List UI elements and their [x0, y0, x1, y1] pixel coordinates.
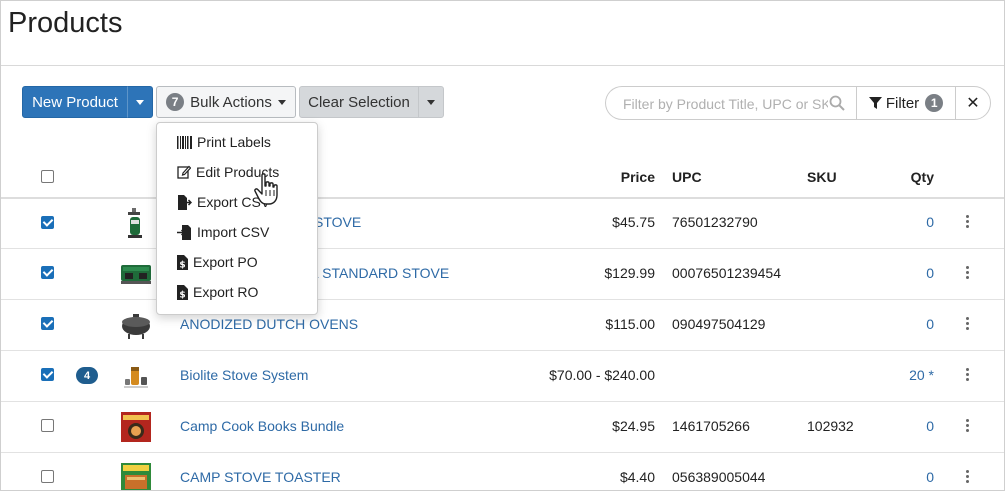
select-all-checkbox[interactable]: [41, 170, 54, 183]
new-product-button[interactable]: New Product: [22, 86, 128, 118]
filter-button[interactable]: Filter 1: [856, 86, 956, 120]
search-box: [605, 86, 857, 120]
sku-column-header[interactable]: SKU: [807, 169, 837, 185]
price-column-header[interactable]: Price: [621, 169, 655, 185]
page-title: Products: [8, 7, 123, 39]
bulk-actions-button[interactable]: 7 Bulk Actions: [156, 86, 296, 118]
file-import-icon: [177, 224, 191, 240]
clear-selection-dropdown-toggle[interactable]: [418, 86, 444, 118]
chevron-down-icon: [427, 99, 435, 105]
row-checkbox[interactable]: [41, 419, 54, 432]
product-qty[interactable]: 0: [926, 265, 934, 281]
product-upc: 00076501239454: [672, 265, 782, 281]
selected-count-badge: 7: [166, 93, 185, 111]
filter-count-badge: 1: [925, 94, 944, 112]
product-qty[interactable]: 0: [926, 469, 934, 485]
product-thumbnail[interactable]: [119, 410, 153, 444]
product-upc: 090497504129: [672, 316, 766, 332]
file-dollar-icon: $: [177, 254, 188, 270]
product-thumbnail[interactable]: [119, 206, 153, 240]
menu-item-export-po[interactable]: $ Export PO: [177, 251, 258, 273]
svg-text:$: $: [179, 260, 185, 270]
product-upc: 76501232790: [672, 214, 758, 230]
product-title-link[interactable]: CAMP STOVE TOASTER: [180, 469, 341, 485]
clear-filter-button[interactable]: ✕: [955, 86, 991, 120]
product-qty[interactable]: 0: [926, 214, 934, 230]
table-row: STOVE $45.75 76501232790 0: [1, 198, 1004, 249]
product-title-link[interactable]: ANODIZED DUTCH OVENS: [180, 316, 358, 332]
new-product-dropdown-toggle[interactable]: [127, 86, 153, 118]
product-title-link[interactable]: STOVE: [314, 214, 361, 230]
row-menu-icon[interactable]: [966, 470, 970, 483]
table-row: ANODIZED DUTCH OVENS $115.00 09049750412…: [1, 300, 1004, 351]
filter-icon: [868, 96, 882, 109]
table-row: CAMP STOVE TOASTER $4.40 056389005044 0: [1, 453, 1004, 491]
close-icon: ✕: [966, 95, 980, 112]
table-header: Price UPC SKU Qty: [1, 161, 1004, 199]
product-thumbnail[interactable]: [119, 308, 153, 342]
product-qty[interactable]: 0: [926, 316, 934, 332]
barcode-icon: [177, 135, 192, 149]
product-price: $24.95: [612, 418, 655, 434]
products-page: Products New Product 7 Bulk Actions Clea…: [0, 0, 1005, 491]
product-price: $70.00 - $240.00: [549, 367, 655, 383]
chevron-down-icon: [277, 99, 286, 105]
file-dollar-icon: $: [177, 284, 188, 300]
row-menu-icon[interactable]: [966, 266, 970, 279]
menu-item-label: Export RO: [193, 284, 259, 300]
product-upc: 1461705266: [672, 418, 750, 434]
row-menu-icon[interactable]: [966, 215, 970, 228]
product-title-link[interactable]: Biolite Stove System: [180, 367, 308, 383]
menu-item-label: Print Labels: [197, 134, 271, 150]
hand-cursor-icon: [254, 173, 278, 205]
product-price: $45.75: [612, 214, 655, 230]
product-qty[interactable]: 20 *: [909, 367, 934, 383]
row-menu-icon[interactable]: [966, 368, 970, 381]
row-checkbox[interactable]: [41, 216, 54, 229]
file-export-icon: [178, 194, 192, 210]
row-checkbox[interactable]: [41, 368, 54, 381]
search-icon[interactable]: [829, 95, 845, 111]
row-checkbox[interactable]: [41, 317, 54, 330]
row-checkbox[interactable]: [41, 266, 54, 279]
table-row: L STANDARD STOVE $129.99 00076501239454 …: [1, 249, 1004, 300]
row-menu-icon[interactable]: [966, 419, 970, 432]
table-row: Camp Cook Books Bundle $24.95 1461705266…: [1, 402, 1004, 453]
product-qty[interactable]: 0: [926, 418, 934, 434]
title-divider: [1, 65, 1004, 66]
bulk-actions-label: Bulk Actions: [190, 93, 272, 111]
product-thumbnail[interactable]: [119, 257, 153, 291]
product-upc: 056389005044: [672, 469, 766, 485]
product-sku: 102932: [807, 418, 854, 434]
upc-column-header[interactable]: UPC: [672, 169, 702, 185]
product-price: $129.99: [604, 265, 655, 281]
edit-icon: [177, 165, 191, 179]
bulk-actions-menu: Print Labels Edit Products Export CSV Im…: [156, 122, 318, 315]
product-thumbnail[interactable]: [119, 461, 153, 491]
product-price: $4.40: [619, 469, 655, 485]
chevron-down-icon: [136, 99, 144, 105]
product-title-link[interactable]: Camp Cook Books Bundle: [180, 418, 344, 434]
variant-count-badge: 4: [76, 367, 98, 384]
menu-item-print-labels[interactable]: Print Labels: [177, 131, 271, 153]
row-menu-icon[interactable]: [966, 317, 970, 330]
menu-item-import-csv[interactable]: Import CSV: [177, 221, 269, 243]
svg-text:$: $: [179, 290, 185, 300]
search-input[interactable]: [621, 95, 830, 113]
menu-item-label: Import CSV: [197, 224, 270, 240]
product-title-link[interactable]: L STANDARD STOVE: [311, 265, 449, 281]
filter-label: Filter: [885, 94, 920, 112]
menu-item-export-ro[interactable]: $ Export RO: [177, 281, 258, 303]
table-row: 4 Biolite Stove System $70.00 - $240.00 …: [1, 351, 1004, 402]
menu-item-label: Export PO: [193, 254, 258, 270]
row-checkbox[interactable]: [41, 470, 54, 483]
clear-selection-button[interactable]: Clear Selection: [299, 86, 419, 118]
qty-column-header[interactable]: Qty: [911, 169, 934, 185]
product-thumbnail[interactable]: [119, 359, 153, 393]
product-price: $115.00: [605, 316, 655, 332]
